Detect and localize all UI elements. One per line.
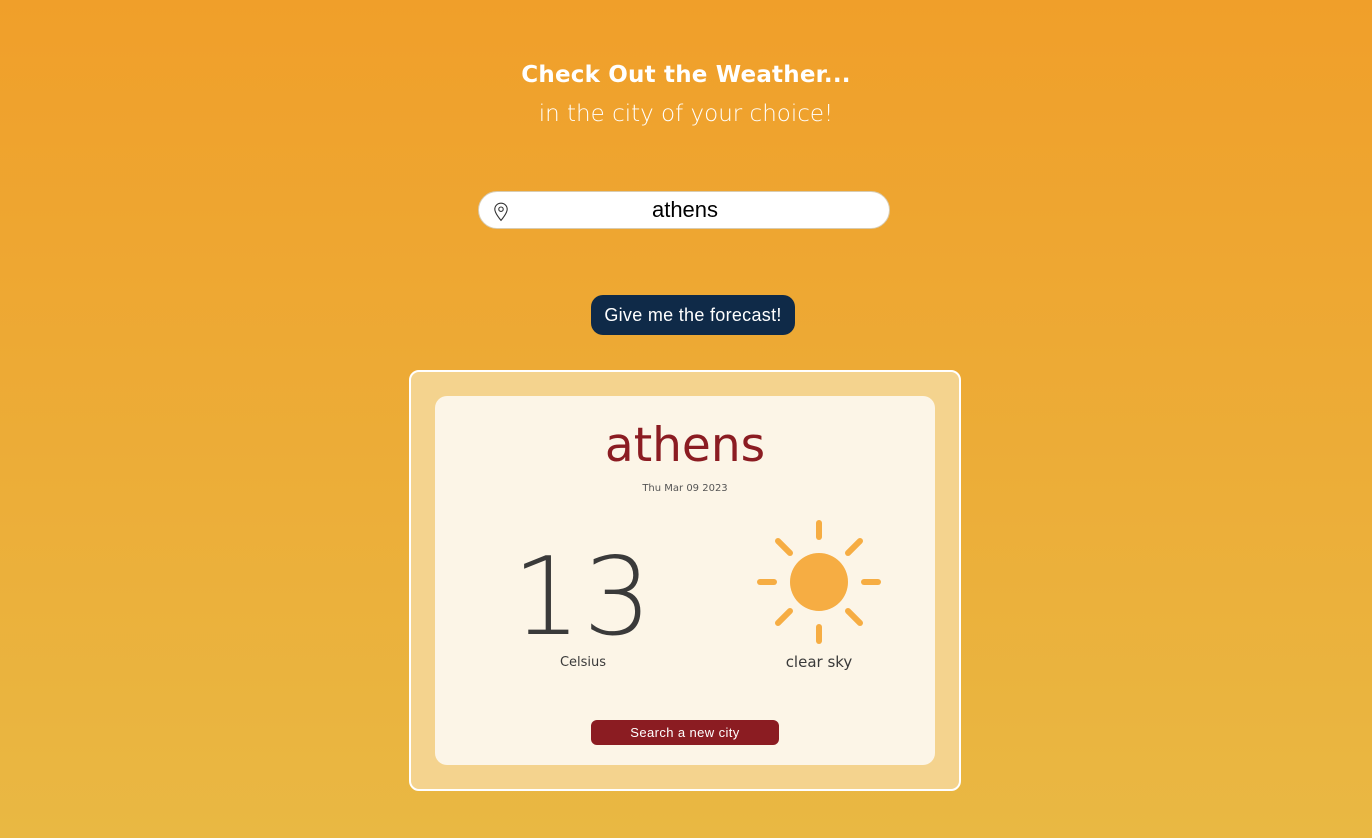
page-subtitle: in the city of your choice! bbox=[538, 101, 834, 127]
city-search-input[interactable] bbox=[519, 192, 851, 228]
temperature-unit: Celsius bbox=[559, 655, 607, 670]
temperature-value: 13 bbox=[512, 535, 654, 660]
weather-card: athens Thu Mar 09 2023 13 Celsius clear … bbox=[409, 370, 961, 791]
page-header: Check Out the Weather... in the city of … bbox=[0, 58, 1372, 131]
weather-card-content: athens Thu Mar 09 2023 13 Celsius clear … bbox=[435, 396, 935, 765]
weather-description: clear sky bbox=[785, 653, 853, 671]
city-search-box bbox=[478, 191, 890, 229]
map-pin-icon bbox=[494, 202, 508, 222]
city-name: athens bbox=[604, 418, 766, 473]
search-new-city-button[interactable]: Search a new city bbox=[591, 720, 779, 745]
forecast-date: Thu Mar 09 2023 bbox=[642, 483, 728, 494]
sun-icon bbox=[757, 520, 881, 644]
page-title: Check Out the Weather... bbox=[521, 62, 851, 88]
forecast-button[interactable]: Give me the forecast! bbox=[591, 295, 795, 335]
